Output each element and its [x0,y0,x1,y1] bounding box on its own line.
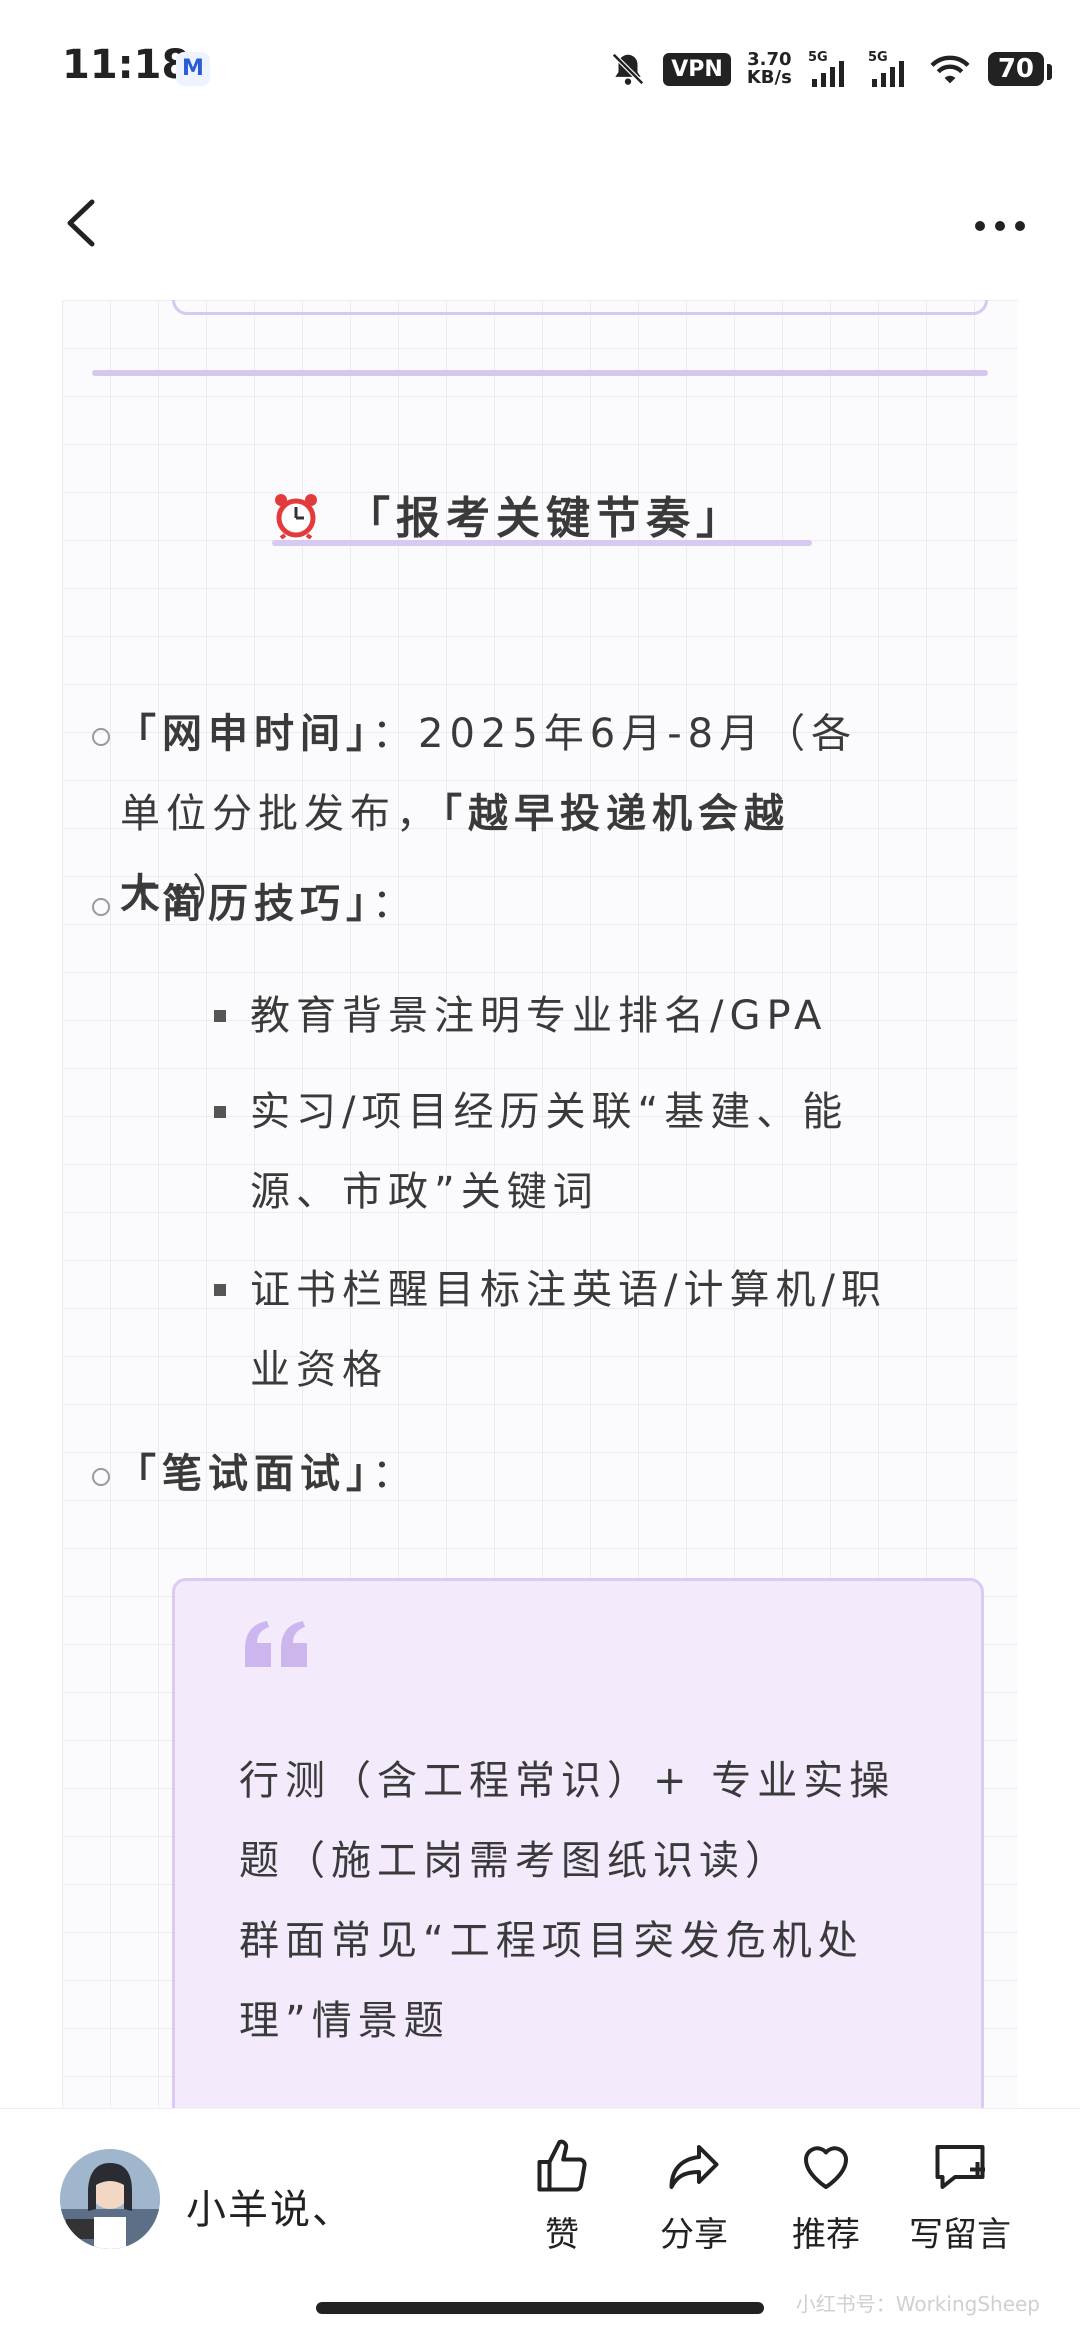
app-notification-icon: M [176,52,210,86]
list-item-exam: 「笔试面试」： [116,1434,418,1514]
quote-text: 行测（含工程常识）+ 专业实操 题（施工岗需考图纸识读） 群面常见“工程项目突发… [239,1741,959,2061]
share-arrow-icon [669,2145,719,2189]
quote-line-1: 行测（含工程常识）+ 专业实操 [239,1758,896,1804]
like-button[interactable]: 赞 [502,2137,622,2256]
quote-mark-icon [245,1621,307,1667]
more-options-icon[interactable] [960,206,1040,246]
apply-bold-1: 「越早投递机会越 [442,791,790,837]
status-icons: VPN 3.70 KB/s 5G 5G 70 [609,44,1053,94]
title-underline [272,540,812,546]
like-label: 赞 [545,2215,579,2255]
signal-5g-icon-2: 5G [868,50,904,87]
thumbs-up-icon [537,2139,587,2192]
section-heading: 「报考关键节奏」 [272,482,746,546]
status-bar: 11:18 M VPN 3.70 KB/s 5G 5G 70 [0,0,1080,140]
svg-text:5G: 5G [868,50,888,65]
apply-text-2: 单位分批发布， [120,791,442,837]
resume-tip-2: 实习/项目经历关联“基建、能 源、市政”关键词 [250,1072,848,1232]
quote-line-3: 群面常见“工程项目突发危机处 [239,1918,864,1964]
resume-tip-3: 证书栏醒目标注英语/计算机/职 业资格 [250,1250,887,1410]
resume-tip-2-line2: 源、市政”关键词 [250,1169,599,1215]
comment-button[interactable]: 写留言 [900,2137,1020,2256]
comment-plus-icon [935,2145,985,2189]
resume-tip-2-line1: 实习/项目经历关联“基建、能 [250,1089,849,1135]
apply-text-1: ：2025年6月-8月（各 [372,711,858,757]
battery-indicator: 70 [987,52,1053,86]
article-content: 「报考关键节奏」 「网申时间」：2025年6月-8月（各 单位分批发布，「越早投… [62,300,1018,2144]
bullet-hollow [92,898,110,916]
author-name[interactable]: 小羊说、 [186,2177,354,2235]
quote-line-2: 题（施工岗需考图纸识读） [239,1838,791,1884]
signal-5g-icon: 5G [808,50,844,87]
section-divider [92,370,988,376]
resume-tip-3-line2: 业资格 [250,1347,388,1393]
exam-label: 「笔试面试」 [116,1451,372,1497]
wifi-icon [930,55,970,84]
recommend-label: 推荐 [792,2215,860,2255]
bullet-hollow [92,1468,110,1486]
resume-tip-1: 教育背景注明专业排名/GPA [250,993,828,1039]
status-time: 11:18 [62,42,190,88]
share-button[interactable]: 分享 [634,2137,754,2256]
exam-colon: ： [372,1451,418,1497]
recommend-button[interactable]: 推荐 [766,2137,886,2256]
quote-line-4: 理”情景题 [239,1998,450,2044]
apply-label: 「网申时间」 [116,711,372,757]
network-speed: 3.70 KB/s [747,51,792,87]
bullet-square [214,1284,226,1296]
resume-tip-3-line1: 证书栏醒目标注英语/计算机/职 [250,1267,887,1313]
bullet-hollow [92,728,110,746]
previous-box-edge [172,300,988,315]
alarm-clock-icon [275,494,317,539]
section-title-text: 「报考关键节奏」 [346,493,746,544]
mute-bell-icon [612,53,645,85]
resume-label: 「简历技巧」 [116,881,372,927]
watermark: 小红书号：WorkingSheep [795,2292,1040,2316]
comment-label: 写留言 [909,2215,1011,2255]
svg-text:5G: 5G [808,50,828,65]
back-arrow-icon[interactable] [50,188,120,258]
nav-bar [0,170,1080,290]
avatar-illustration-icon [60,2149,160,2249]
quote-box: 行测（含工程常识）+ 专业实操 题（施工岗需考图纸识读） 群面常见“工程项目突发… [172,1578,984,2144]
home-indicator[interactable] [316,2302,764,2314]
resume-colon: ： [372,881,418,927]
vpn-badge: VPN [663,52,731,86]
bullet-square [214,1010,226,1022]
author-avatar[interactable] [60,2149,160,2249]
list-item-resume: 「简历技巧」： [116,864,418,944]
bullet-square [214,1106,226,1118]
heart-icon [804,2146,848,2189]
speed-unit: KB/s [746,67,792,88]
share-label: 分享 [660,2215,728,2255]
